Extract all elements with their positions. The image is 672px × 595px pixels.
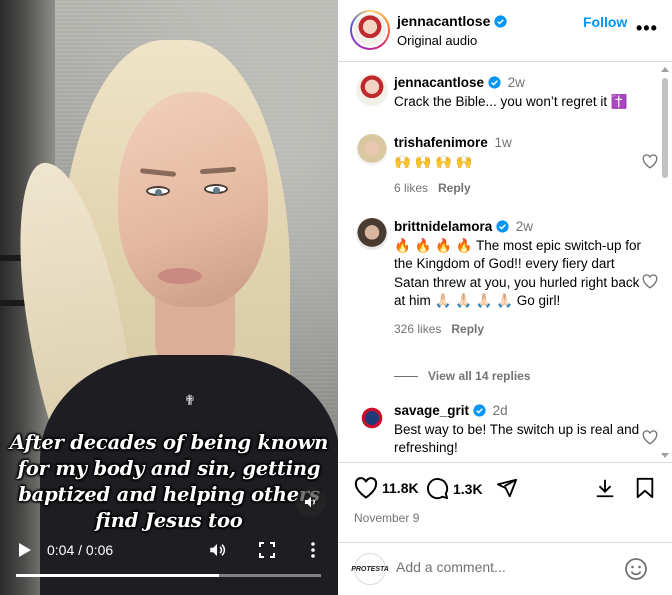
comments-list: jennacantlose 2w Crack the Bible... you … [338,62,672,462]
share-button[interactable] [496,477,518,499]
comment-text: Crack the Bible... you won’t regret it ✝… [394,93,628,109]
volume-icon [210,544,226,556]
avatar[interactable] [356,402,388,434]
cross-necklace-icon: ✟ [184,392,196,408]
comment-username[interactable]: brittnidelamora [394,219,492,234]
comment-time: 2w [507,75,525,90]
avatar [354,14,386,46]
video-caption: After decades of being known for my body… [6,430,332,534]
fullscreen-icon [259,542,275,558]
like-comment-heart-icon[interactable] [642,430,658,445]
divider [394,375,418,377]
scroll-down-icon[interactable] [661,453,669,459]
comment-username[interactable]: savage_grit [394,403,469,418]
person-lips [158,268,202,284]
post-header: jennacantlose Original audio Follow ••• [338,0,672,62]
add-comment-bar: PROTESTA [338,542,672,595]
more-options-button[interactable]: ••• [636,18,658,39]
verified-icon [488,76,501,89]
verified-icon [473,404,486,417]
person-eye [204,184,228,194]
time-display: 0:04 / 0:06 [47,542,114,558]
comment-text: 🙌 🙌 🙌 🙌 [394,153,473,169]
like-comment-heart-icon[interactable] [642,274,658,289]
post-panel: jennacantlose Original audio Follow ••• … [338,0,672,595]
video-progress-fill [16,574,220,577]
video-player[interactable]: ✟ After decades of being known for my bo… [0,0,338,595]
video-controls: 0:04 / 0:06 [0,530,338,577]
share-icon [496,478,518,498]
comment-time: 1w [494,135,512,150]
comment-time: 2d [492,403,508,418]
scroll-up-icon[interactable] [661,66,669,72]
download-button[interactable] [594,477,616,499]
reply-button[interactable]: Reply [451,322,484,336]
avatar[interactable] [356,134,388,166]
kebab-icon [311,542,315,558]
like-comment-heart-icon[interactable] [642,154,658,169]
download-icon [596,479,614,498]
comment-input[interactable] [396,559,616,575]
bookmark-icon [636,477,654,499]
scrollbar-thumb[interactable] [662,78,668,178]
caption-line: for my body and sin, getting [17,457,321,480]
comment-username[interactable]: trishafenimore [394,135,488,150]
caption-line: After decades of being known [9,431,329,454]
comment-button[interactable]: 1.3K [426,477,483,500]
fullscreen-button[interactable] [256,539,278,561]
person-eye [146,186,170,196]
emoji-icon[interactable] [624,557,648,581]
video-menu-button[interactable] [303,539,323,561]
view-replies-button[interactable]: View all 14 replies [394,369,531,383]
like-button[interactable]: 11.8K [354,477,419,499]
view-replies-label: View all 14 replies [428,369,531,383]
play-button[interactable] [14,539,36,561]
comment-likes[interactable]: 6 likes [394,181,428,195]
comment-text: Best way to be! The switch up is real an… [394,421,640,456]
like-count: 11.8K [382,480,419,496]
heart-icon [354,477,378,499]
reply-button[interactable]: Reply [438,181,471,195]
comment-count: 1.3K [453,480,483,497]
save-button[interactable] [635,477,655,499]
story-ring[interactable] [350,10,390,50]
original-audio-link[interactable]: Original audio [397,33,477,48]
comment-likes[interactable]: 326 likes [394,322,441,336]
comment-time: 2w [515,219,534,234]
mute-icon [305,496,315,508]
author-username-link[interactable]: jennacantlose [397,13,507,29]
volume-button[interactable] [205,539,229,561]
comment-username[interactable]: jennacantlose [394,75,484,90]
verified-icon [496,220,509,233]
post-actions: 11.8K 1.3K November 9 [338,462,672,542]
avatar[interactable] [356,218,388,250]
play-icon [19,543,31,557]
video-progress-bar[interactable] [16,574,321,577]
post-date: November 9 [354,511,420,525]
comment-icon [427,478,449,500]
avatar[interactable] [356,74,388,106]
caption-line: baptized and helping others [18,483,320,506]
comments-scrollbar[interactable] [660,66,670,461]
avatar: PROTESTA [351,553,389,585]
verified-icon [494,14,507,28]
mute-button[interactable] [296,487,326,517]
follow-button[interactable]: Follow [583,14,627,30]
comment-text: 🔥 🔥 🔥 🔥 The most epic switch-up for the … [394,237,642,309]
author-username: jennacantlose [397,13,491,29]
